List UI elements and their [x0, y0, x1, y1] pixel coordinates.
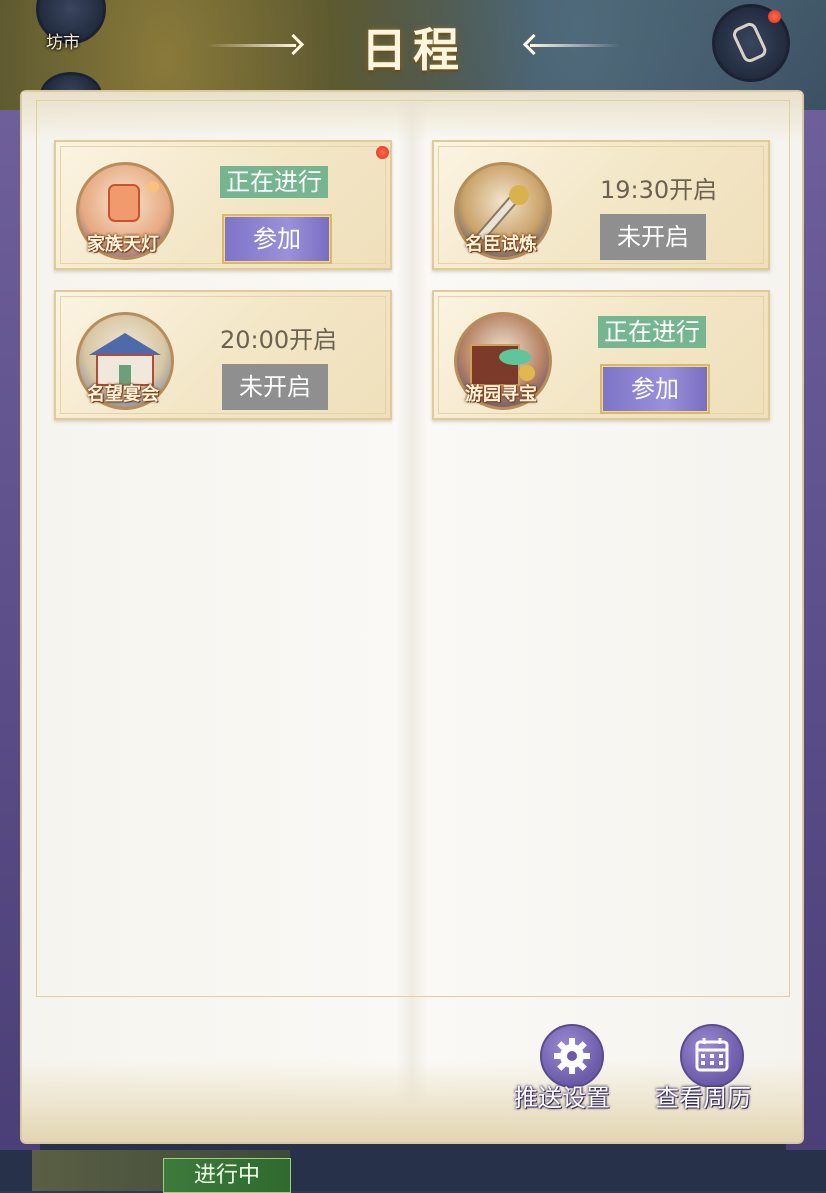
not-open-button[interactable]: 未开启: [222, 364, 328, 410]
event-name: 名臣试炼: [465, 234, 537, 255]
start-time: 19:30开启: [600, 176, 718, 204]
page-title: 日程: [361, 23, 465, 77]
event-name: 家族天灯: [87, 234, 159, 255]
event-card-garden-treasure[interactable]: 游园寻宝 正在进行 参加: [432, 290, 770, 420]
join-button[interactable]: 参加: [600, 364, 710, 414]
event-card-family-lantern[interactable]: 家族天灯 正在进行 参加: [54, 140, 392, 270]
event-name: 名望宴会: [87, 384, 159, 405]
push-settings-label: 推送设置: [514, 1084, 610, 1112]
gear-icon: [554, 1038, 590, 1074]
status-badge: 正在进行: [598, 316, 706, 348]
event-card-reputation-banquet[interactable]: 名望宴会 20:00开启 未开启: [54, 290, 392, 420]
status-badge: 正在进行: [220, 166, 328, 198]
event-name: 游园寻宝: [465, 384, 537, 405]
start-time: 20:00开启: [220, 326, 338, 354]
notification-dot: [376, 146, 389, 159]
in-progress-badge[interactable]: 进行中: [163, 1158, 291, 1193]
not-open-button[interactable]: 未开启: [600, 214, 706, 260]
join-button[interactable]: 参加: [222, 214, 332, 264]
event-card-minister-trial[interactable]: 名臣试炼 19:30开启 未开启: [432, 140, 770, 270]
calendar-icon: [695, 1038, 729, 1072]
weekly-calendar-label: 查看周历: [655, 1084, 751, 1112]
